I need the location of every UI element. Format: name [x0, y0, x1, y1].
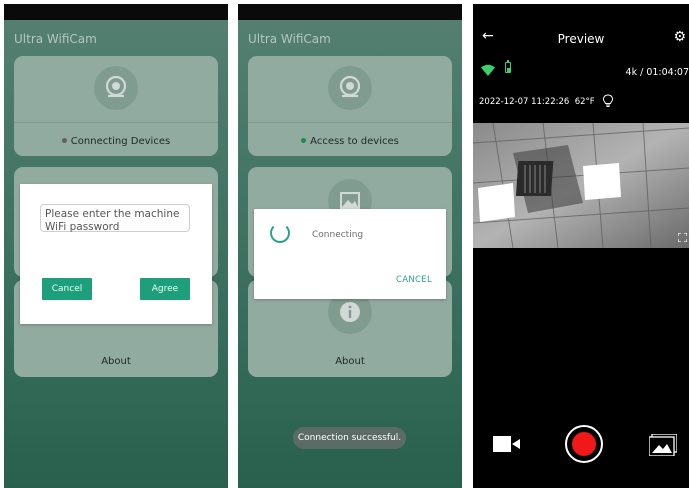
wifi-password-input[interactable]: Please enter the machine WiFi password	[40, 204, 190, 233]
bulb-icon[interactable]	[602, 94, 614, 108]
battery-icon	[505, 60, 511, 73]
gallery-icon[interactable]	[649, 434, 677, 456]
toast-message: Connection successful.	[293, 427, 406, 449]
camera-live-feed[interactable]	[473, 123, 689, 248]
temperature: 62°F	[574, 97, 595, 107]
screen-preview: ← Preview ⚙ 4k / 01:04:07 2022-12-07 11:…	[473, 4, 689, 488]
password-dialog: Please enter the machine WiFi password C…	[20, 184, 212, 324]
timestamp-readout: 2022-12-07 11:22:26 62°F	[479, 97, 595, 107]
page-title: Preview	[557, 32, 605, 46]
cancel-button[interactable]: CANCEL	[396, 275, 432, 285]
screen-password-dialog: Ultra WifiCam Connecting Devices About P…	[4, 4, 228, 488]
record-icon	[572, 432, 596, 456]
status-bar	[238, 4, 462, 20]
timestamp: 2022-12-07 11:22:26	[479, 97, 570, 107]
gear-icon[interactable]: ⚙	[673, 29, 686, 45]
wifi-icon	[481, 64, 495, 76]
battery-fill	[506, 67, 510, 72]
fullscreen-icon[interactable]	[678, 233, 687, 242]
loading-spinner-icon	[270, 223, 290, 243]
video-camera-icon[interactable]	[493, 436, 520, 452]
cancel-button[interactable]: Cancel	[42, 278, 92, 300]
screen-connecting: Ultra WifiCam Access to devices About Co…	[238, 4, 462, 488]
resolution-and-time: 4k / 01:04:07	[625, 67, 689, 78]
ceiling-scene	[473, 123, 689, 248]
status-bar	[4, 4, 228, 20]
connecting-dialog: Connecting CANCEL	[254, 209, 446, 299]
record-button[interactable]	[565, 425, 603, 463]
battery-cap	[507, 60, 509, 62]
connecting-message: Connecting	[312, 230, 364, 240]
agree-button[interactable]: Agree	[140, 278, 190, 300]
